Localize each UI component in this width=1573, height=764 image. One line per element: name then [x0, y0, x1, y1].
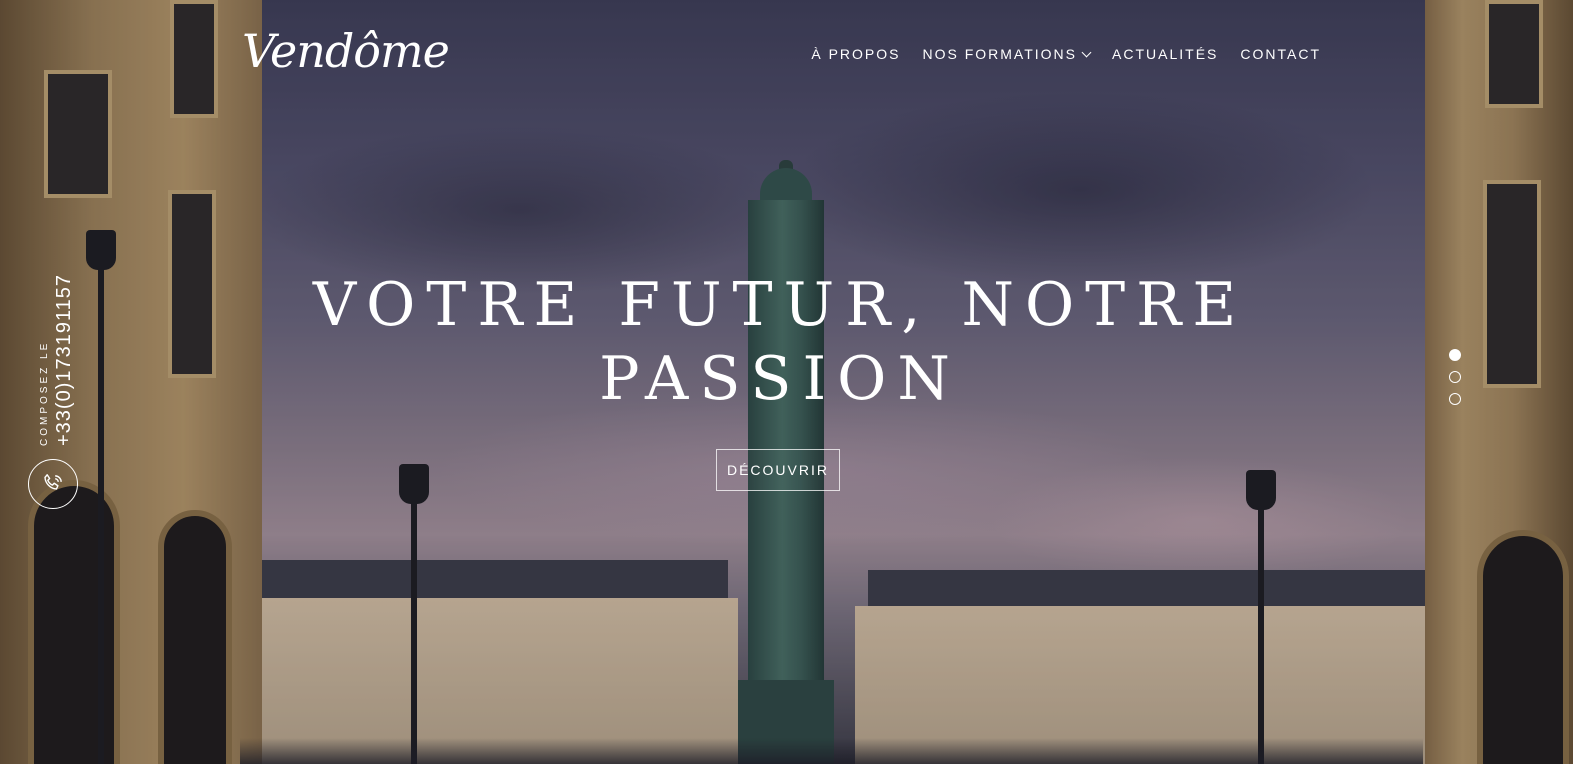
nav-item-label: CONTACT	[1240, 46, 1321, 62]
phone-icon-glyph	[44, 474, 62, 490]
phone-contact: COMPOSEZ LE +33(0)173191157	[38, 246, 78, 446]
hero-title-line-1: VOTRE FUTUR, NOTRE	[312, 270, 1248, 340]
nav-item-label: À PROPOS	[811, 46, 901, 62]
nav-item-label: NOS FORMATIONS	[922, 46, 1078, 62]
slider-dots	[1449, 349, 1461, 405]
nav-item-nos-formations[interactable]: NOS FORMATIONS	[922, 46, 1092, 62]
main-nav: À PROPOS NOS FORMATIONS ACTUALITÉS CONTA…	[811, 46, 1321, 62]
slider-dot-2[interactable]	[1449, 371, 1461, 383]
nav-item-label: ACTUALITÉS	[1112, 46, 1219, 62]
site-logo[interactable]: Vendôme	[242, 24, 450, 78]
nav-item-a-propos[interactable]: À PROPOS	[811, 46, 900, 62]
hero-title: VOTRE FUTUR, NOTRE PASSION	[280, 268, 1280, 416]
phone-icon[interactable]	[28, 459, 78, 509]
phone-label: COMPOSEZ LE	[39, 340, 50, 446]
nav-item-actualites[interactable]: ACTUALITÉS	[1112, 46, 1218, 62]
nav-item-contact[interactable]: CONTACT	[1240, 46, 1321, 62]
slider-dot-1[interactable]	[1449, 349, 1461, 361]
discover-button[interactable]: DÉCOUVRIR	[716, 449, 840, 491]
chevron-down-icon	[1081, 47, 1092, 57]
slider-dot-3[interactable]	[1449, 393, 1461, 405]
phone-number[interactable]: +33(0)173191157	[53, 274, 76, 446]
hero-title-line-2: PASSION	[599, 344, 961, 414]
